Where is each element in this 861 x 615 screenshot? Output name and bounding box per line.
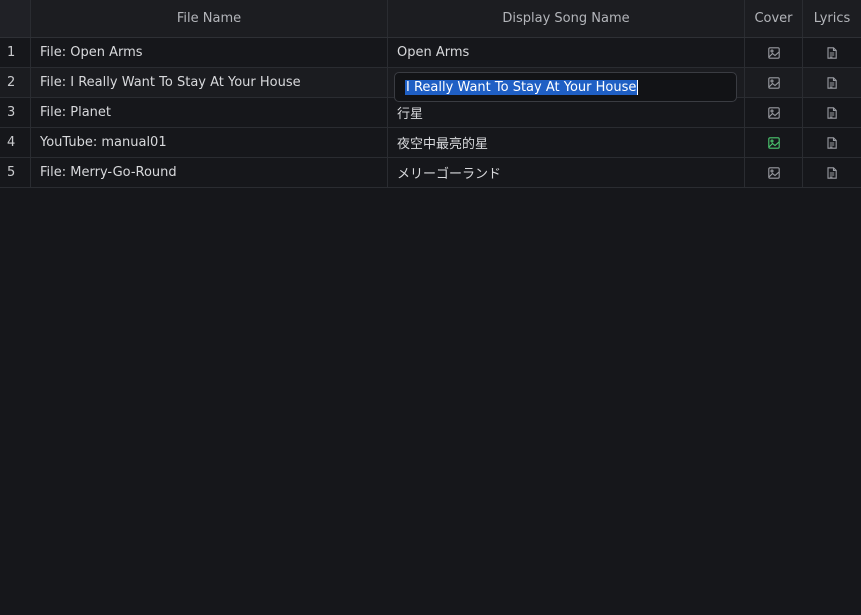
file-name-cell[interactable]: File: Planet — [31, 98, 388, 127]
text-caret — [637, 79, 639, 95]
file-name-cell[interactable]: File: I Really Want To Stay At Your Hous… — [31, 68, 388, 97]
lyrics-cell[interactable] — [803, 158, 861, 187]
lyrics-cell[interactable] — [803, 98, 861, 127]
table-row[interactable]: 5 File: Merry-Go-Round メリーゴーランド — [0, 158, 861, 188]
table-row[interactable]: 1 File: Open Arms Open Arms — [0, 38, 861, 68]
selected-text[interactable]: I Really Want To Stay At Your House — [405, 79, 638, 95]
header-display-song-name[interactable]: Display Song Name — [388, 0, 745, 37]
row-index: 1 — [0, 38, 31, 67]
row-index: 4 — [0, 128, 31, 157]
document-icon[interactable] — [827, 46, 837, 59]
table-row[interactable]: 4 YouTube: manual01 夜空中最亮的星 — [0, 128, 861, 158]
row-index: 2 — [0, 68, 31, 97]
row-index: 3 — [0, 98, 31, 127]
image-icon[interactable] — [767, 166, 780, 179]
file-name-cell[interactable]: File: Open Arms — [31, 38, 388, 67]
cover-cell[interactable] — [745, 98, 803, 127]
cover-cell[interactable] — [745, 128, 803, 157]
image-icon[interactable] — [767, 136, 780, 149]
image-icon[interactable] — [767, 106, 780, 119]
document-icon[interactable] — [827, 76, 837, 89]
file-name-cell[interactable]: File: Merry-Go-Round — [31, 158, 388, 187]
table-header: File Name Display Song Name Cover Lyrics — [0, 0, 861, 38]
cover-cell[interactable] — [745, 38, 803, 67]
document-icon[interactable] — [827, 106, 837, 119]
cover-cell[interactable] — [745, 158, 803, 187]
table-row[interactable]: 3 File: Planet 行星 — [0, 98, 861, 128]
display-name-cell[interactable]: 行星 — [388, 98, 745, 127]
cover-cell[interactable] — [745, 68, 803, 97]
document-icon[interactable] — [827, 166, 837, 179]
lyrics-cell[interactable] — [803, 68, 861, 97]
lyrics-cell[interactable] — [803, 38, 861, 67]
song-table: File Name Display Song Name Cover Lyrics… — [0, 0, 861, 615]
row-index: 5 — [0, 158, 31, 187]
display-name-cell[interactable]: 夜空中最亮的星 — [388, 128, 745, 157]
lyrics-cell[interactable] — [803, 128, 861, 157]
display-name-edit-input[interactable]: I Really Want To Stay At Your House — [394, 72, 737, 102]
file-name-cell[interactable]: YouTube: manual01 — [31, 128, 388, 157]
image-icon[interactable] — [767, 76, 780, 89]
image-icon[interactable] — [767, 46, 780, 59]
header-lyrics[interactable]: Lyrics — [803, 0, 861, 37]
display-name-cell[interactable]: Open Arms — [388, 38, 745, 67]
document-icon[interactable] — [827, 136, 837, 149]
display-name-cell[interactable]: メリーゴーランド — [388, 158, 745, 187]
header-cover[interactable]: Cover — [745, 0, 803, 37]
header-index-cell — [0, 0, 31, 37]
header-file-name[interactable]: File Name — [31, 0, 388, 37]
